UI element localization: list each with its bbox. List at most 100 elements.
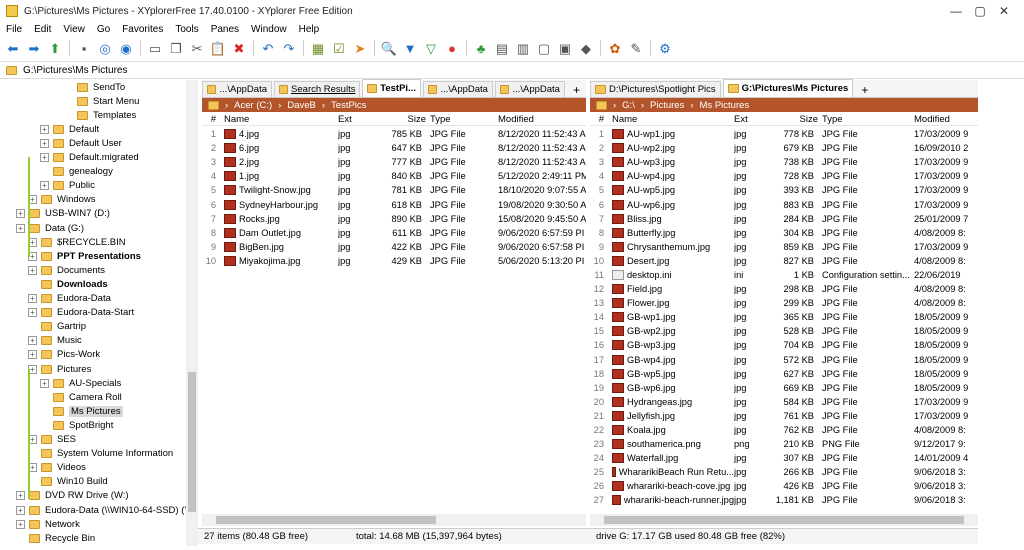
file-row[interactable]: 2 6.jpg jpg 647 KB JPG File 8/12/2020 11:52:4…: [202, 141, 586, 155]
file-name[interactable]: Field.jpg: [627, 284, 662, 294]
tree-item[interactable]: genealogy: [40, 165, 113, 179]
tree-item[interactable]: + Pics-Work: [28, 348, 100, 362]
breadcrumb-item[interactable]: Ms Pictures: [700, 100, 750, 111]
file-row[interactable]: 1 4.jpg jpg 785 KB JPG File 8/12/2020 11:52:4…: [202, 127, 586, 141]
column-header-size[interactable]: Size: [764, 114, 822, 125]
horizontal-scroll-thumb[interactable]: [604, 516, 964, 524]
tree-item[interactable]: + SES: [28, 433, 76, 447]
breadcrumb-item[interactable]: G:\: [622, 100, 635, 111]
file-name[interactable]: Rocks.jpg: [239, 214, 280, 224]
expand-icon[interactable]: +: [28, 265, 37, 275]
file-row[interactable]: 11 desktop.ini ini 1 KB Configuration settin…: [590, 268, 978, 282]
file-row[interactable]: 24 Waterfall.jpg jpg 307 KB JPG File 14/01/20…: [590, 451, 978, 465]
file-row[interactable]: 17 GB-wp4.jpg jpg 572 KB JPG File 18/05/2009 …: [590, 353, 978, 367]
file-name-cell[interactable]: GB-wp2.jpg: [608, 326, 734, 337]
file-name[interactable]: GB-wp1.jpg: [627, 312, 676, 322]
file-name-cell[interactable]: AU-wp1.jpg: [608, 129, 734, 140]
target2-icon[interactable]: ◉: [117, 39, 135, 57]
file-name[interactable]: 4.jpg: [239, 129, 259, 139]
tree-item[interactable]: + Videos: [28, 461, 86, 475]
file-row[interactable]: 1 AU-wp1.jpg jpg 778 KB JPG File 17/03/2009 9: [590, 127, 978, 141]
file-name[interactable]: southamerica.png: [627, 439, 701, 449]
file-name[interactable]: 1.jpg: [239, 171, 259, 181]
file-row[interactable]: 2 AU-wp2.jpg jpg 679 KB JPG File 16/09/2010 2: [590, 141, 978, 155]
column-header-num[interactable]: #: [202, 114, 220, 125]
file-row[interactable]: 16 GB-wp3.jpg jpg 704 KB JPG File 18/05/2009 …: [590, 338, 978, 352]
tab[interactable]: G:\Pictures\Ms Pictures: [722, 79, 854, 97]
tree-item[interactable]: Ms Pictures: [40, 404, 123, 418]
tree-item[interactable]: + Documents: [28, 263, 105, 277]
tree-item[interactable]: Start Menu: [64, 94, 139, 108]
expand-icon[interactable]: +: [28, 308, 37, 318]
expand-icon[interactable]: +: [40, 138, 49, 148]
file-name-cell[interactable]: AU-wp4.jpg: [608, 171, 734, 182]
file-row[interactable]: 25 WhararikiBeach Run Retu... jpg 266 KB JPG…: [590, 465, 978, 479]
file-row[interactable]: 22 Koala.jpg jpg 762 KB JPG File 4/08/2009 8:: [590, 423, 978, 437]
cut-icon[interactable]: ✂: [188, 39, 206, 57]
tree-item[interactable]: + Pictures: [28, 362, 91, 376]
arrow-icon[interactable]: ➤: [351, 39, 369, 57]
column-header-num[interactable]: #: [590, 114, 608, 125]
file-name-cell[interactable]: Rocks.jpg: [220, 213, 338, 224]
file-name[interactable]: AU-wp5.jpg: [627, 185, 675, 195]
file-name-cell[interactable]: Butterfly.jpg: [608, 227, 734, 238]
breadcrumb[interactable]: › G:\ › Pictures › Ms Pictures: [590, 98, 978, 112]
file-row[interactable]: 4 1.jpg jpg 840 KB JPG File 5/12/2020 2:49:11…: [202, 169, 586, 183]
expand-icon[interactable]: +: [16, 223, 25, 233]
filter-icon[interactable]: ▼: [401, 39, 419, 57]
file-name[interactable]: BigBen.jpg: [239, 242, 284, 252]
redo-icon[interactable]: ↷: [280, 39, 298, 57]
file-row[interactable]: 15 GB-wp2.jpg jpg 528 KB JPG File 18/05/2009 …: [590, 324, 978, 338]
file-name[interactable]: AU-wp1.jpg: [627, 129, 675, 139]
file-name[interactable]: Chrysanthemum.jpg: [627, 242, 710, 252]
tree-item[interactable]: + USB-WIN7 (D:): [16, 207, 110, 221]
colors-icon[interactable]: ✿: [606, 39, 624, 57]
file-row[interactable]: 6 AU-wp6.jpg jpg 883 KB JPG File 17/03/2009 9: [590, 197, 978, 211]
column-header-type[interactable]: Type: [430, 114, 498, 125]
file-name-cell[interactable]: GB-wp3.jpg: [608, 340, 734, 351]
column-header-name[interactable]: Name: [608, 114, 734, 125]
file-name-cell[interactable]: Jellyfish.jpg: [608, 410, 734, 421]
file-name-cell[interactable]: Bliss.jpg: [608, 213, 734, 224]
file-name-cell[interactable]: SydneyHarbour.jpg: [220, 199, 338, 210]
file-row[interactable]: 8 Dam Outlet.jpg jpg 611 KB JPG File 9/06/202…: [202, 226, 586, 240]
tree-item[interactable]: + Windows: [28, 193, 96, 207]
file-name-cell[interactable]: WhararikiBeach Run Retu...: [608, 467, 734, 478]
delete-icon[interactable]: ✖: [230, 39, 248, 57]
file-row[interactable]: 6 SydneyHarbour.jpg jpg 618 KB JPG File 19/08…: [202, 197, 586, 211]
expand-icon[interactable]: +: [16, 209, 25, 219]
tree2-icon[interactable]: ♣: [472, 39, 490, 57]
tree-item[interactable]: + Eudora-Data: [28, 292, 111, 306]
tree-item[interactable]: + Default.migrated: [40, 151, 139, 165]
menu-tools[interactable]: Tools: [169, 24, 204, 35]
brush-icon[interactable]: ✎: [627, 39, 645, 57]
filter2-icon[interactable]: ▽: [422, 39, 440, 57]
file-name[interactable]: 2.jpg: [239, 157, 259, 167]
file-name[interactable]: AU-wp3.jpg: [627, 157, 675, 167]
panes-icon[interactable]: ▥: [514, 39, 532, 57]
file-name[interactable]: Dam Outlet.jpg: [239, 228, 301, 238]
tree-item[interactable]: + Data (G:): [16, 221, 84, 235]
file-name-cell[interactable]: wharariki-beach-runner.jpg: [608, 495, 734, 506]
file-name[interactable]: GB-wp2.jpg: [627, 326, 676, 336]
file-name-cell[interactable]: GB-wp1.jpg: [608, 312, 734, 323]
tree-item[interactable]: + $RECYCLE.BIN: [28, 235, 126, 249]
file-name-cell[interactable]: 4.jpg: [220, 129, 338, 140]
horizontal-scrollbar[interactable]: [202, 514, 586, 526]
file-name-cell[interactable]: AU-wp2.jpg: [608, 143, 734, 154]
file-row[interactable]: 4 AU-wp4.jpg jpg 728 KB JPG File 17/03/2009 9: [590, 169, 978, 183]
up-icon[interactable]: ⬆: [46, 39, 64, 57]
menu-view[interactable]: View: [57, 24, 91, 35]
address-bar[interactable]: G:\Pictures\Ms Pictures: [0, 61, 1024, 79]
column-header-ext[interactable]: Ext: [734, 114, 764, 125]
file-name-cell[interactable]: AU-wp5.jpg: [608, 185, 734, 196]
breadcrumb-item[interactable]: TestPics: [331, 100, 366, 111]
file-name-cell[interactable]: Desert.jpg: [608, 255, 734, 266]
tree-item[interactable]: Downloads: [28, 277, 108, 291]
close-button[interactable]: ✕: [984, 0, 1024, 22]
tree-item[interactable]: + Default User: [40, 136, 122, 150]
file-row[interactable]: 23 southamerica.png png 210 KB PNG File 9/12/…: [590, 437, 978, 451]
expand-icon[interactable]: +: [28, 350, 37, 360]
file-name[interactable]: AU-wp6.jpg: [627, 200, 675, 210]
file-name-cell[interactable]: Hydrangeas.jpg: [608, 396, 734, 407]
